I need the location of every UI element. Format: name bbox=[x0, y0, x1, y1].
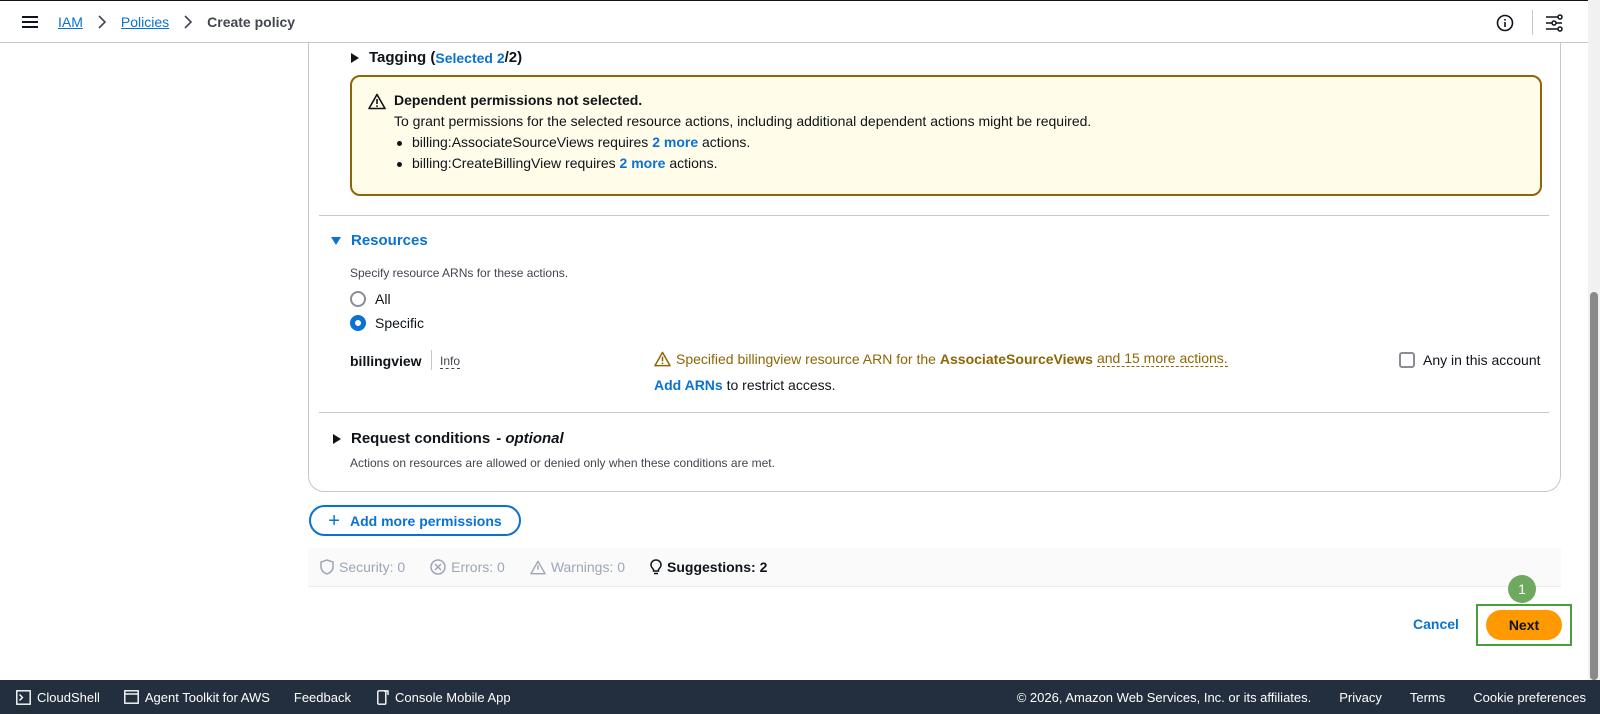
warning-prefix: Specified billingview resource ARN for t… bbox=[676, 350, 936, 367]
caret-right-icon bbox=[333, 433, 341, 444]
resources-section-toggle[interactable]: Resources bbox=[331, 232, 428, 249]
warning-triangle-icon bbox=[654, 351, 671, 366]
tagging-section-toggle[interactable]: Tagging (Selected 2/2) bbox=[351, 49, 522, 66]
warning-triangle-icon bbox=[530, 560, 546, 574]
warnings-tab[interactable]: Warnings: 0 bbox=[530, 559, 625, 575]
list-item: billing:AssociateSourceViews requires 2 … bbox=[397, 134, 1520, 150]
breadcrumb-current: Create policy bbox=[207, 14, 296, 30]
suggestions-tab[interactable]: Suggestions: 2 bbox=[650, 559, 767, 575]
errors-count: Errors: 0 bbox=[451, 559, 505, 575]
info-link[interactable]: Info bbox=[440, 354, 461, 369]
any-in-account-checkbox[interactable]: Any in this account bbox=[1399, 352, 1541, 368]
request-conditions-heading: Request conditions bbox=[351, 430, 491, 447]
dependent-permissions-alert: Dependent permissions not selected. To g… bbox=[350, 75, 1542, 196]
top-navigation-bar: IAM Policies Create policy bbox=[0, 0, 1588, 43]
caret-down-icon bbox=[331, 236, 341, 245]
alert-item-suffix: actions. bbox=[698, 134, 751, 150]
alert-list: billing:AssociateSourceViews requires 2 … bbox=[397, 134, 1520, 171]
split-panel-settings-icon[interactable] bbox=[1544, 14, 1564, 32]
console-footer: CloudShell Agent Toolkit for AWS Feedbac… bbox=[0, 680, 1600, 714]
breadcrumb-policies[interactable]: Policies bbox=[121, 14, 169, 30]
request-conditions-toggle[interactable]: Request conditions - optional bbox=[333, 430, 564, 447]
caret-right-icon bbox=[351, 52, 359, 63]
warnings-count: Warnings: 0 bbox=[550, 559, 626, 575]
footer-right: © 2026, Amazon Web Services, Inc. or its… bbox=[989, 680, 1586, 714]
menu-icon[interactable] bbox=[21, 13, 39, 31]
plus-icon: + bbox=[328, 509, 340, 532]
shield-icon bbox=[320, 559, 334, 575]
info-circle-icon[interactable] bbox=[1496, 14, 1514, 32]
radio-label: Specific bbox=[375, 315, 425, 331]
alert-text: To grant permissions for the selected re… bbox=[394, 113, 1092, 129]
agent-toolkit-button[interactable]: Agent Toolkit for AWS bbox=[123, 689, 270, 705]
lightbulb-icon bbox=[650, 559, 662, 575]
section-divider bbox=[319, 215, 1549, 216]
alert-item-suffix: actions. bbox=[665, 155, 718, 171]
security-tab[interactable]: Security: 0 bbox=[320, 559, 405, 575]
add-arns-suffix: to restrict access. bbox=[722, 377, 836, 393]
radio-button-selected[interactable] bbox=[350, 315, 366, 331]
step-badge: 1 bbox=[1508, 575, 1536, 603]
agent-toolkit-label: Agent Toolkit for AWS bbox=[144, 689, 270, 705]
button-label: Add more permissions bbox=[349, 512, 502, 529]
cloudshell-button[interactable]: CloudShell bbox=[16, 690, 100, 705]
add-more-permissions-button[interactable]: + Add more permissions bbox=[309, 505, 521, 536]
cookie-preferences-link[interactable]: Cookie preferences bbox=[1473, 690, 1586, 705]
errors-tab[interactable]: Errors: 0 bbox=[430, 559, 505, 575]
copyright-text: © 2026, Amazon Web Services, Inc. or its… bbox=[1016, 689, 1312, 705]
suggestions-count: Suggestions: 2 bbox=[667, 559, 768, 575]
alert-item-action: billing:AssociateSourceViews requires bbox=[412, 134, 653, 150]
arn-warning: Specified billingview resource ARN for t… bbox=[654, 350, 1228, 367]
checkbox[interactable] bbox=[1399, 352, 1415, 368]
chevron-right-icon bbox=[184, 15, 193, 29]
terms-link[interactable]: Terms bbox=[1410, 690, 1445, 705]
chevron-right-icon bbox=[98, 15, 107, 29]
warning-action: AssociateSourceViews bbox=[939, 350, 1093, 367]
warning-triangle-icon bbox=[368, 93, 386, 110]
alert-item-action: billing:CreateBillingView requires bbox=[412, 155, 620, 171]
mobile-app-link[interactable]: Console Mobile App bbox=[377, 690, 511, 705]
cancel-button[interactable]: Cancel bbox=[1413, 616, 1459, 632]
mobile-app-label: Console Mobile App bbox=[394, 689, 511, 705]
alert-title: Dependent permissions not selected. bbox=[394, 92, 643, 108]
radio-all[interactable]: All bbox=[350, 291, 391, 307]
cloudshell-label: CloudShell bbox=[37, 689, 100, 705]
request-conditions-description: Actions on resources are allowed or deni… bbox=[350, 456, 775, 470]
tagging-label: Tagging ( bbox=[369, 49, 436, 66]
section-divider bbox=[319, 412, 1549, 413]
more-actions-link[interactable]: 2 more bbox=[620, 155, 666, 171]
label-divider bbox=[431, 350, 432, 370]
tagging-selected-count[interactable]: Selected 2 bbox=[435, 50, 504, 66]
breadcrumb: IAM Policies Create policy bbox=[58, 14, 295, 30]
checkbox-label: Any in this account bbox=[1423, 352, 1541, 368]
privacy-link[interactable]: Privacy bbox=[1339, 690, 1382, 705]
topbar-divider bbox=[1532, 10, 1533, 35]
resources-heading: Resources bbox=[351, 232, 428, 249]
terminal-icon bbox=[16, 689, 31, 705]
radio-button[interactable] bbox=[350, 291, 366, 307]
window-icon bbox=[123, 690, 139, 704]
radio-label: All bbox=[375, 291, 391, 307]
external-mobile-icon bbox=[377, 689, 389, 705]
add-arns-line: Add ARNs to restrict access. bbox=[654, 377, 836, 393]
billingview-label: billingview bbox=[350, 353, 422, 369]
breadcrumb-iam[interactable]: IAM bbox=[58, 14, 83, 30]
tagging-total: /2) bbox=[504, 49, 523, 66]
more-actions-link[interactable]: 2 more bbox=[652, 134, 698, 150]
feedback-link[interactable]: Feedback bbox=[294, 690, 351, 705]
error-circle-icon bbox=[430, 559, 446, 575]
more-actions-popover[interactable]: and 15 more actions. bbox=[1096, 350, 1228, 367]
add-arns-link[interactable]: Add ARNs bbox=[654, 377, 723, 393]
security-count: Security: 0 bbox=[339, 559, 406, 575]
scrollbar-thumb[interactable] bbox=[1590, 292, 1598, 680]
next-button[interactable]: Next bbox=[1486, 610, 1562, 640]
optional-label: - optional bbox=[496, 430, 564, 447]
resources-description: Specify resource ARNs for these actions. bbox=[350, 266, 569, 280]
policy-validation-summary: Security: 0 Errors: 0 Warnings: 0 Sugges… bbox=[308, 548, 1561, 587]
radio-specific[interactable]: Specific bbox=[350, 315, 424, 331]
list-item: billing:CreateBillingView requires 2 mor… bbox=[397, 155, 1520, 171]
